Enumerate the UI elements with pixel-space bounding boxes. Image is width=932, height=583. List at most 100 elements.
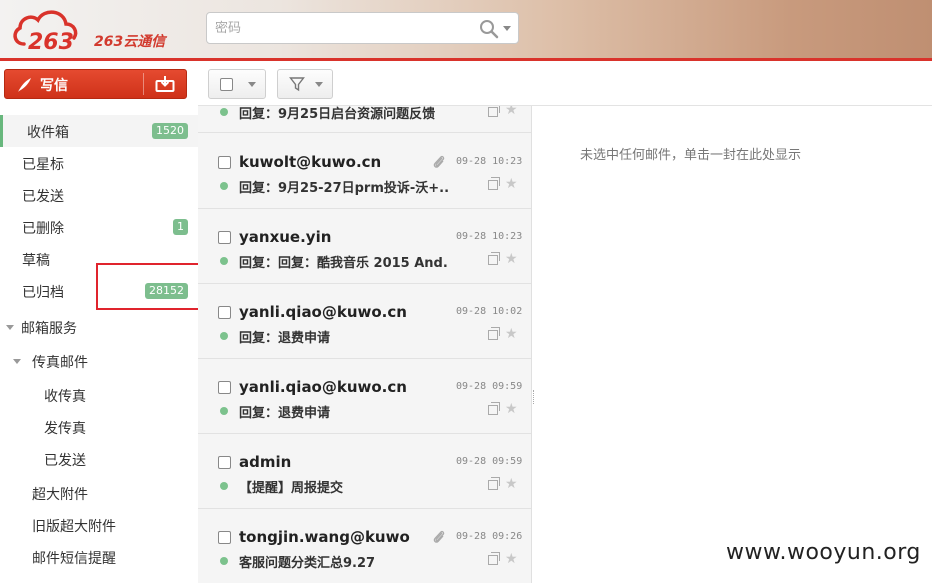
mail-date: 09-28 10:23 [456,231,523,242]
star-icon[interactable]: ★ [505,176,518,192]
folder-starred[interactable]: 已星标 [0,147,198,179]
mail-item[interactable]: 回复：9月25日启台资源问题反馈 ★ [198,106,531,133]
large-attachments[interactable]: 超大附件 [0,477,198,509]
caret-down-icon[interactable] [6,325,14,330]
folder-label: 草稿 [22,253,50,269]
mail-checkbox[interactable] [218,456,231,469]
mail-item[interactable]: yanli.qiao@kuwo.cn 09-28 10:02 回复：退费申请 ★ [198,284,531,359]
folder-label: 收传真 [44,389,86,405]
svg-text:263: 263 [28,30,74,54]
folder-label: 发传真 [44,421,86,437]
inbox-download-icon[interactable] [155,75,175,93]
mail-date: 09-28 09:59 [456,456,523,467]
search-icon[interactable] [479,19,499,39]
copy-icon[interactable] [488,477,500,490]
app-header: 263 263云通信 [0,0,932,59]
star-icon[interactable]: ★ [505,251,518,267]
mail-sender: yanli.qiao@kuwo.cn [239,378,407,396]
fax-received[interactable]: 收传真 [0,379,198,411]
star-icon[interactable]: ★ [505,106,518,118]
unread-badge: 1 [173,219,188,235]
mail-checkbox[interactable] [218,306,231,319]
mail-item[interactable]: kuwolt@kuwo.cn 09-28 10:23 回复：9月25-27日pr… [198,134,531,209]
feather-icon [18,78,31,92]
fax-sent[interactable]: 已发送 [0,443,198,475]
mail-toolbar [198,61,932,106]
copy-icon[interactable] [488,252,500,265]
mail-date: 09-28 09:59 [456,381,523,392]
chevron-down-icon[interactable] [315,82,323,87]
select-all-dropdown[interactable] [208,69,266,99]
folder-sent[interactable]: 已发送 [0,179,198,211]
section-mail-services[interactable]: 邮箱服务 [0,311,198,343]
mail-subject: 回复：9月25-27日prm投诉-沃+... [239,181,449,196]
filter-dropdown[interactable] [277,69,333,99]
mail-subject: 回复：退费申请 [239,406,331,421]
mail-sender: yanxue.yin [239,228,332,246]
mail-item[interactable]: yanxue.yin 09-28 10:23 回复：回复：酷我音乐 2015 A… [198,209,531,284]
mail-item[interactable]: yanli.qiao@kuwo.cn 09-28 09:59 回复：退费申请 ★ [198,359,531,434]
mail-list: 回复：9月25日启台资源问题反馈 ★ kuwolt@kuwo.cn 09-28 … [198,106,532,583]
empty-preview-message: 未选中任何邮件，单击一封在此处显示 [580,148,802,163]
star-icon[interactable]: ★ [505,326,518,342]
mail-checkbox[interactable] [218,231,231,244]
mail-sender: tongjin.wang@kuwo [239,528,410,546]
unread-dot [220,407,228,415]
mail-item[interactable]: tongjin.wang@kuwo 09-28 09:26 客服问题分类汇总9.… [198,509,531,583]
copy-icon[interactable] [488,552,500,565]
mail-item[interactable]: admin 09-28 09:59 【提醒】周报提交 ★ [198,434,531,509]
star-icon[interactable]: ★ [505,551,518,567]
copy-icon[interactable] [488,402,500,415]
folder-label: 已删除 [22,221,64,237]
mail-subject: 【提醒】周报提交 [239,481,344,496]
folder-inbox[interactable]: 收件箱 1520 [0,115,198,147]
legacy-large-attachments[interactable]: 旧版超大附件 [0,509,198,541]
folder-label: 旧版超大附件 [32,519,116,535]
checkbox-icon[interactable] [220,78,233,91]
paperclip-icon [433,155,445,168]
unread-dot [220,482,228,490]
paperclip-icon [433,530,445,543]
mail-checkbox[interactable] [218,156,231,169]
preview-pane: 未选中任何邮件，单击一封在此处显示 [535,106,932,583]
mail-sms-reminder[interactable]: 邮件短信提醒 [0,541,198,573]
folder-label: 收件箱 [27,125,69,141]
unread-dot [220,557,228,565]
mail-date: 09-28 10:02 [456,306,523,317]
annotation-highlight-box [96,263,207,310]
mail-checkbox[interactable] [218,531,231,544]
copy-icon[interactable] [488,106,500,117]
folder-label: 超大附件 [32,487,88,503]
mail-sender: admin [239,453,292,471]
mail-subject: 客服问题分类汇总9.27 [239,556,376,571]
section-fax-mail[interactable]: 传真邮件 [0,345,198,377]
unread-dot [220,257,228,265]
caret-down-icon[interactable] [13,359,21,364]
mail-sender: kuwolt@kuwo.cn [239,153,382,171]
unread-badge: 1520 [152,123,188,139]
section-label: 邮箱服务 [21,321,77,337]
copy-icon[interactable] [488,177,500,190]
mail-checkbox[interactable] [218,381,231,394]
search-input[interactable] [215,18,465,38]
star-icon[interactable]: ★ [505,401,518,417]
chevron-down-icon[interactable] [248,82,256,87]
mail-date: 09-28 10:23 [456,156,523,167]
folder-label: 已发送 [22,189,64,205]
logo-text: 263云通信 [94,34,166,50]
unread-dot [220,332,228,340]
folder-deleted[interactable]: 已删除 1 [0,211,198,243]
section-label: 传真邮件 [32,355,88,371]
compose-divider [143,73,144,95]
compose-button[interactable]: 写信 [4,69,187,99]
chevron-down-icon[interactable] [503,26,511,31]
folder-label: 已归档 [22,285,64,301]
star-icon[interactable]: ★ [505,476,518,492]
unread-dot [220,108,228,116]
copy-icon[interactable] [488,327,500,340]
search-box[interactable] [206,12,519,44]
mail-subject: 回复：回复：酷我音乐 2015 And... [239,256,449,271]
fax-send[interactable]: 发传真 [0,411,198,443]
mail-sender: yanli.qiao@kuwo.cn [239,303,407,321]
folder-label: 邮件短信提醒 [32,551,116,567]
